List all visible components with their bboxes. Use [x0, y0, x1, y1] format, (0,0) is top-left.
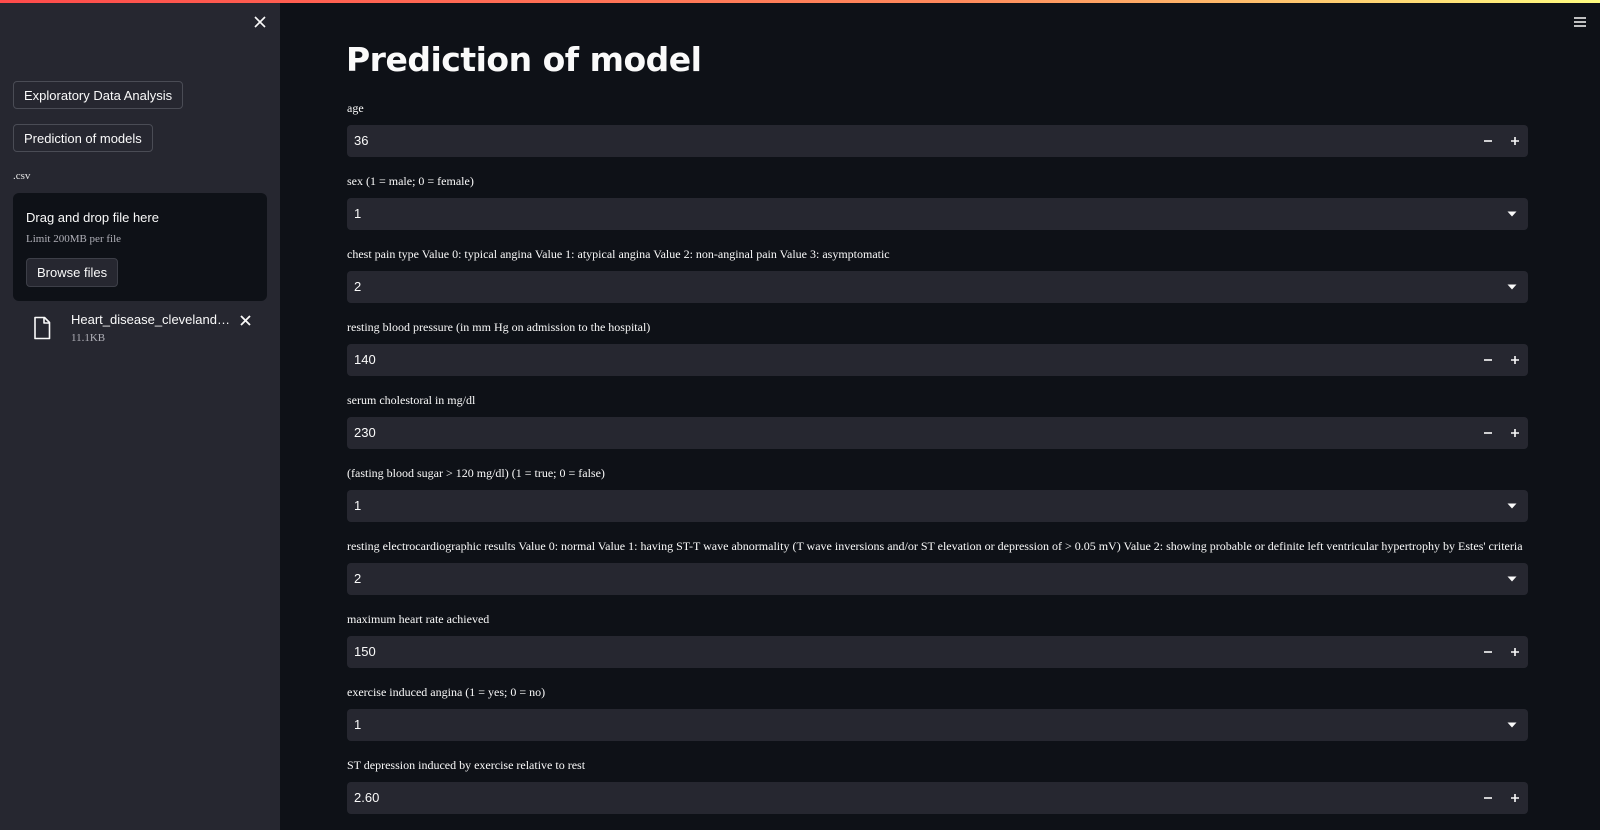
chevron-down-icon[interactable]: [1504, 490, 1520, 522]
decrement-icon[interactable]: [1475, 417, 1501, 449]
number-input[interactable]: 150: [347, 636, 1528, 668]
increment-icon[interactable]: [1502, 636, 1528, 668]
number-input[interactable]: 230: [347, 417, 1528, 449]
select-dropdown[interactable]: 1: [347, 198, 1528, 230]
dropzone-limit: Limit 200MB per file: [26, 233, 122, 245]
field-value: 2: [354, 279, 362, 294]
number-field: age 36: [347, 100, 1528, 157]
field-label: maximum heart rate achieved: [347, 612, 490, 626]
hamburger-menu-icon[interactable]: [1572, 14, 1588, 28]
remove-file-icon[interactable]: [237, 312, 253, 328]
increment-icon[interactable]: [1502, 125, 1528, 157]
chevron-down-icon[interactable]: [1504, 563, 1520, 595]
field-value: 1: [354, 206, 362, 221]
uploaded-file-name: Heart_disease_cleveland_new.csv: [71, 312, 231, 327]
select-dropdown[interactable]: 1: [347, 709, 1528, 741]
uploader-label: .csv: [13, 170, 31, 182]
decrement-icon[interactable]: [1475, 782, 1501, 814]
number-input[interactable]: 140: [347, 344, 1528, 376]
field-value: 1: [354, 717, 362, 732]
decrement-icon[interactable]: [1475, 636, 1501, 668]
select-field: chest pain type Value 0: typical angina …: [347, 246, 1528, 303]
number-input[interactable]: 2.60: [347, 782, 1528, 814]
top-decoration-bar: [0, 0, 1600, 3]
chevron-down-icon[interactable]: [1504, 271, 1520, 303]
file-dropzone[interactable]: Drag and drop file here Limit 200MB per …: [13, 193, 267, 301]
field-value: 1: [354, 498, 362, 513]
field-value: 230: [354, 425, 376, 440]
chevron-down-icon[interactable]: [1504, 709, 1520, 741]
field-label: sex (1 = male; 0 = female): [347, 174, 474, 188]
close-sidebar-icon[interactable]: [250, 12, 270, 32]
select-dropdown[interactable]: 2: [347, 563, 1528, 595]
increment-icon[interactable]: [1502, 782, 1528, 814]
select-field: exercise induced angina (1 = yes; 0 = no…: [347, 684, 1528, 741]
select-dropdown[interactable]: 1: [347, 490, 1528, 522]
field-value: 150: [354, 644, 376, 659]
page-title: Prediction of model: [346, 40, 702, 79]
field-value: 36: [354, 133, 369, 148]
chevron-down-icon[interactable]: [1504, 198, 1520, 230]
number-field: ST depression induced by exercise relati…: [347, 757, 1528, 814]
number-field: resting blood pressure (in mm Hg on admi…: [347, 319, 1528, 376]
field-value: 2: [354, 571, 362, 586]
uploaded-file-size: 11.1KB: [71, 332, 106, 344]
field-label: (fasting blood sugar > 120 mg/dl) (1 = t…: [347, 466, 605, 480]
select-field: (fasting blood sugar > 120 mg/dl) (1 = t…: [347, 465, 1528, 522]
field-label: age: [347, 101, 364, 115]
number-field: serum cholestoral in mg/dl 230: [347, 392, 1528, 449]
field-label: resting electrocardiographic results Val…: [347, 539, 1523, 553]
increment-icon[interactable]: [1502, 417, 1528, 449]
field-label: resting blood pressure (in mm Hg on admi…: [347, 320, 651, 334]
decrement-icon[interactable]: [1475, 344, 1501, 376]
sidebar: Exploratory Data Analysis Prediction of …: [0, 0, 280, 830]
select-dropdown[interactable]: 2: [347, 271, 1528, 303]
prediction-button[interactable]: Prediction of models: [13, 124, 153, 152]
select-field: resting electrocardiographic results Val…: [347, 538, 1528, 595]
select-field: sex (1 = male; 0 = female) 1: [347, 173, 1528, 230]
number-field: maximum heart rate achieved 150: [347, 611, 1528, 668]
field-label: serum cholestoral in mg/dl: [347, 393, 476, 407]
number-input[interactable]: 36: [347, 125, 1528, 157]
eda-button[interactable]: Exploratory Data Analysis: [13, 81, 184, 109]
field-label: chest pain type Value 0: typical angina …: [347, 247, 890, 261]
field-value: 140: [354, 352, 376, 367]
browse-files-button[interactable]: Browse files: [26, 258, 119, 287]
increment-icon[interactable]: [1502, 344, 1528, 376]
field-label: exercise induced angina (1 = yes; 0 = no…: [347, 685, 546, 699]
field-label: ST depression induced by exercise relati…: [347, 758, 586, 772]
dropzone-title: Drag and drop file here: [26, 210, 159, 225]
decrement-icon[interactable]: [1475, 125, 1501, 157]
file-icon: [32, 316, 52, 340]
field-value: 2.60: [354, 790, 380, 805]
